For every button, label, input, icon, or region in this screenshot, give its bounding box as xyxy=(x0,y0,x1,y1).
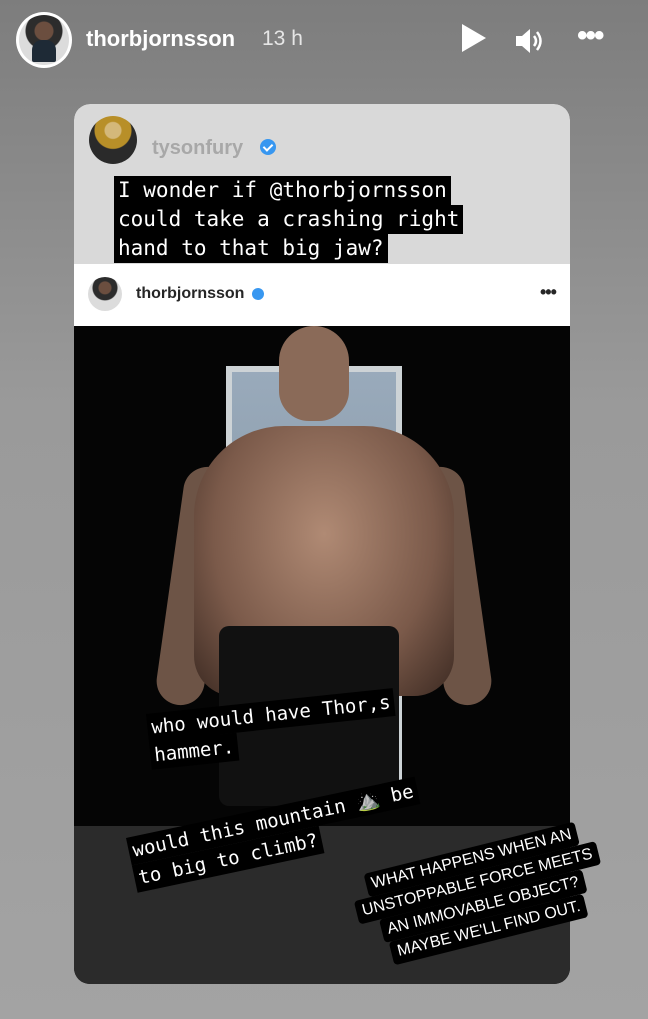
caption-line: could take a crashing right xyxy=(114,205,464,234)
caption-line: I wonder if @thorbjornsson xyxy=(114,176,451,205)
more-icon[interactable]: ••• xyxy=(540,282,557,303)
verified-badge-icon xyxy=(260,139,276,155)
quoted-author-avatar[interactable] xyxy=(89,116,137,164)
man-head xyxy=(279,326,349,421)
embedded-post-header: thorbjornsson ••• xyxy=(74,264,570,326)
story-time: 13 h xyxy=(262,27,303,50)
profile-avatar[interactable] xyxy=(16,12,72,68)
caption-line: hand to that big jaw? xyxy=(114,234,388,263)
quoted-post-header: tysonfury I wonder if @thorbjornsson cou… xyxy=(74,104,570,264)
quoted-caption: I wonder if @thorbjornsson could take a … xyxy=(114,176,464,263)
volume-icon[interactable] xyxy=(516,28,544,54)
story-username[interactable]: thorbjornsson xyxy=(86,26,235,52)
embedded-author-avatar[interactable] xyxy=(88,277,122,311)
embedded-author-name[interactable]: thorbjornsson xyxy=(136,285,244,303)
quoted-author-name[interactable]: tysonfury xyxy=(152,137,243,160)
play-icon[interactable] xyxy=(462,24,486,52)
verified-badge-icon xyxy=(252,288,264,300)
story-header: thorbjornsson 13 h ••• xyxy=(0,0,648,80)
